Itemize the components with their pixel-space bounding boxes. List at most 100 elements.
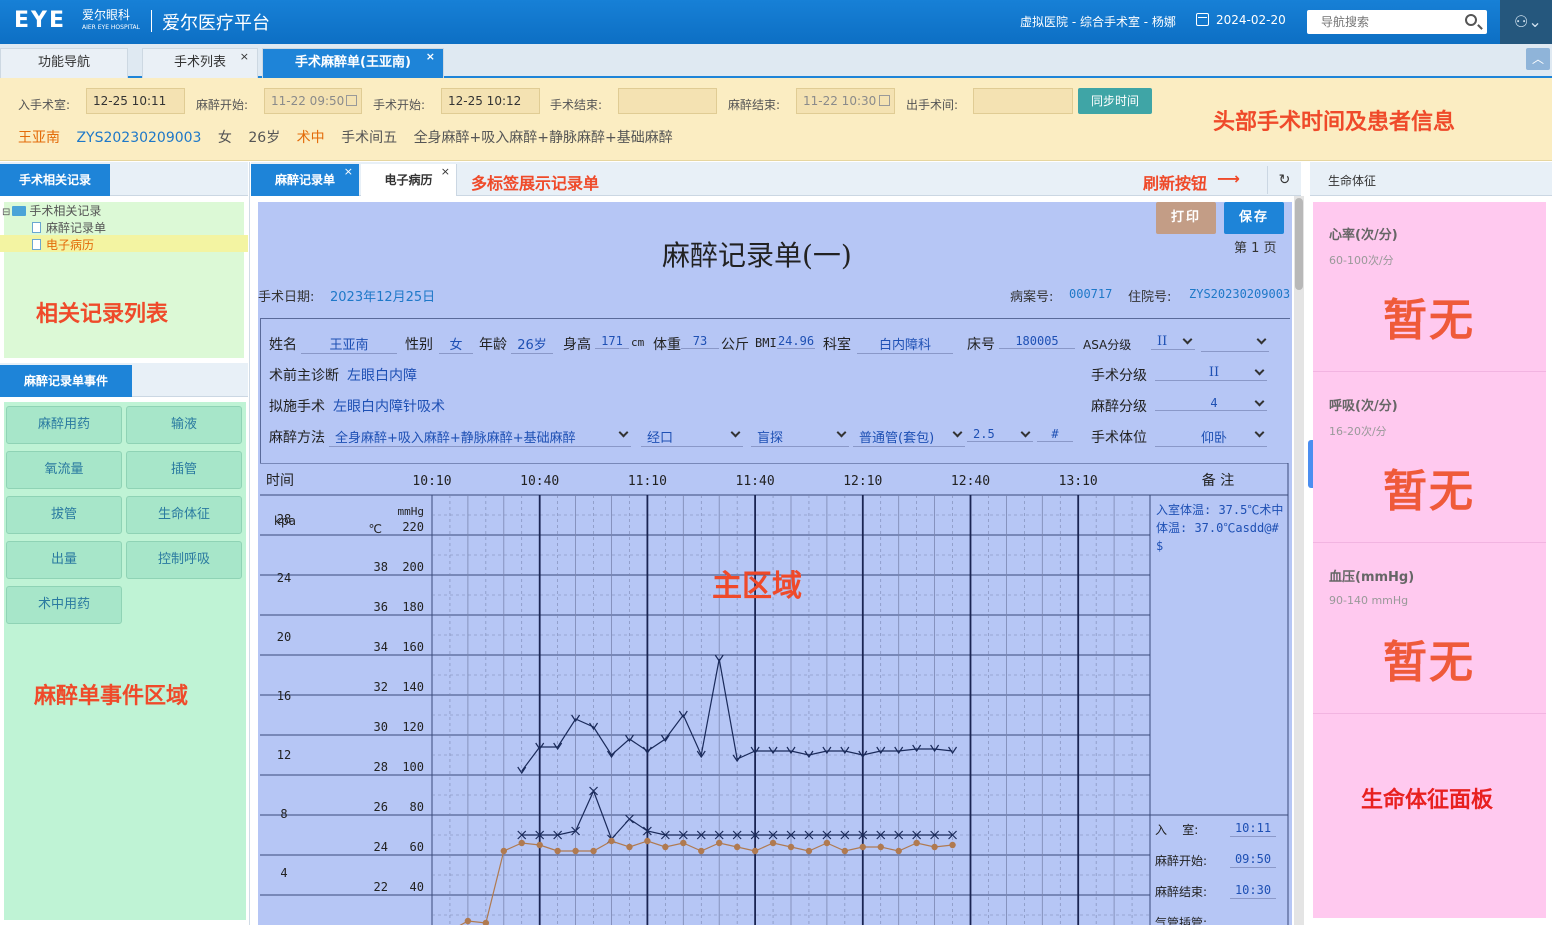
chevron-up-icon: ︿ [1531, 52, 1544, 66]
event-time[interactable]: 10:30 [1230, 883, 1276, 899]
event-extubation-button[interactable]: 拔管 [6, 496, 122, 534]
event-intraop-drug-button[interactable]: 术中用药 [6, 586, 122, 624]
tree-item-anesthesia-record[interactable]: 麻醉记录单 [32, 219, 106, 236]
intubation-select[interactable]: 盲探 [751, 427, 849, 447]
anes-start-time[interactable]: 11-22 09:50 [264, 88, 362, 114]
series-point-2 [662, 843, 669, 851]
asa-sub-select[interactable] [1201, 334, 1269, 352]
tree-item-emr[interactable]: 电子病历 [32, 236, 94, 253]
bmi-field[interactable]: 24.96 [777, 334, 815, 349]
event-label: 麻醉结束: [1155, 885, 1208, 899]
event-infusion-button[interactable]: 输液 [126, 406, 242, 444]
event-area: 麻醉用药 输液 氧流量 插管 拔管 生命体征 出量 控制呼吸 术中用药 麻醉单事… [4, 402, 246, 920]
tube-size-select[interactable]: 2.5 [967, 427, 1033, 442]
hospital-info: 虚拟医院 - 综合手术室 - 杨娜 [1020, 15, 1176, 29]
tab-anesthesia-record[interactable]: 手术麻醉单(王亚南) × [262, 48, 444, 78]
anes-start-label: 麻醉开始: [196, 98, 249, 112]
close-icon[interactable]: × [441, 156, 450, 188]
op-date: 2023年12月25日 [330, 290, 436, 305]
route-select[interactable]: 经口 [641, 427, 743, 447]
tab-anesthesia-sheet[interactable]: 麻醉记录单 × [251, 164, 359, 196]
logo: EYE [14, 8, 66, 33]
sync-time-button[interactable]: 同步时间 [1078, 88, 1152, 114]
arrow-right-icon: ⟶ [1217, 169, 1240, 188]
op-start-time[interactable]: 12-25 10:12 [441, 88, 540, 114]
anes-end-time[interactable]: 11-22 10:30 [796, 88, 895, 114]
tube-select[interactable]: 普通管(套包) [853, 427, 965, 447]
nav-search [1307, 10, 1487, 34]
series-point-2 [590, 847, 597, 855]
calendar-icon [346, 95, 357, 106]
user-menu[interactable]: ⚇⌄ [1500, 0, 1552, 44]
surgery-grade-select[interactable]: II [1155, 365, 1267, 381]
vitals-panel: 心率(次/分) 60-100次/分 暂无 呼吸(次/分) 16-20次/分 暂无… [1313, 202, 1546, 918]
tab-nav[interactable]: 功能导航 [0, 48, 128, 78]
height-field[interactable]: 171 [595, 334, 629, 349]
mmhg-tick: 120 [402, 720, 424, 734]
calendar-icon [1196, 13, 1209, 26]
anes-end-label: 麻醉结束: [728, 98, 781, 112]
record-tab-bar: 麻醉记录单 × 电子病历 × 多标签展示记录单 刷新按钮 ⟶ ↻ [251, 162, 1301, 196]
close-icon[interactable]: × [426, 43, 435, 71]
search-button[interactable] [1457, 10, 1487, 34]
event-anesthesia-drug-button[interactable]: 麻醉用药 [6, 406, 122, 444]
vitals-chart[interactable]: 时间 10:10 10:40 11:10 11:40 12:10 12:40 13:10 备 注… [260, 463, 1290, 925]
series-point-2 [913, 839, 920, 847]
series-point-2 [572, 847, 579, 855]
collapse-header-button[interactable]: ︿ [1526, 48, 1550, 70]
planned-surgery-field[interactable]: 左眼白内障针吸术 [333, 396, 445, 416]
nav-search-input[interactable] [1307, 10, 1457, 34]
position-label: 手术体位 [1091, 430, 1147, 446]
vitals-panel-head: 生命体征 [1310, 162, 1552, 196]
anes-grade-select[interactable]: 4 [1155, 396, 1267, 411]
tab-anesthesia-events[interactable]: 麻醉记录单事件 [0, 365, 132, 397]
time-tick: 10:10 [412, 474, 451, 489]
refresh-button[interactable]: ↻ [1267, 166, 1301, 194]
event-time[interactable]: 09:50 [1230, 852, 1276, 868]
logo-en: AIER EYE HOSPITAL [82, 24, 140, 31]
tree-root[interactable]: ⊟ 手术相关记录 [2, 202, 101, 219]
event-oxygen-button[interactable]: 氧流量 [6, 451, 122, 489]
tree-item-emr-row[interactable]: 电子病历 [0, 235, 248, 252]
event-time[interactable]: 10:11 [1230, 821, 1276, 837]
time-tick: 11:10 [628, 474, 667, 489]
series-point-2 [464, 917, 472, 925]
age-label: 年龄 [479, 337, 507, 353]
tab-emr[interactable]: 电子病历 × [361, 164, 457, 196]
bed-label: 床号 [967, 337, 995, 353]
position-select[interactable]: 仰卧 [1155, 427, 1267, 447]
event-vitals-button[interactable]: 生命体征 [126, 496, 242, 534]
chevron-down-icon [836, 427, 847, 438]
tab-related-records[interactable]: 手术相关记录 [0, 164, 110, 196]
op-end-time[interactable] [618, 88, 717, 114]
scroll-thumb[interactable] [1295, 198, 1303, 290]
in-room-time[interactable]: 12-25 10:11 [86, 88, 185, 114]
temp-tick: 28 [374, 760, 388, 774]
left-panel: 手术相关记录 ⊟ 手术相关记录 麻醉记录单 电子病历 相关记录列表 麻醉记录单事件… [0, 162, 250, 925]
diagnosis-field[interactable]: 左眼白内障 [347, 365, 417, 385]
event-output-button[interactable]: 出量 [6, 541, 122, 579]
event-intubation-button[interactable]: 插管 [126, 451, 242, 489]
close-icon[interactable]: × [344, 156, 353, 188]
sex-field[interactable]: 女 [439, 334, 473, 354]
save-button[interactable]: 保存 [1224, 202, 1284, 234]
dept-field[interactable]: 白内障科 [857, 334, 953, 354]
surgery-room: 手术间五 [341, 130, 398, 146]
tab-surgery-list[interactable]: 手术列表 × [142, 48, 258, 78]
event-time[interactable] [1230, 914, 1276, 925]
out-label: 出手术间: [906, 98, 959, 112]
sheet-scrollbar[interactable] [1294, 196, 1304, 925]
tabs-annotation: 多标签展示记录单 [471, 174, 600, 193]
age-field[interactable]: 26岁 [511, 334, 553, 354]
name-field[interactable]: 王亚南 [301, 334, 397, 354]
event-ventilation-button[interactable]: 控制呼吸 [126, 541, 242, 579]
close-icon[interactable]: × [240, 43, 249, 71]
tube-depth-field[interactable]: # [1037, 427, 1073, 442]
asa-select[interactable]: II [1151, 334, 1195, 350]
weight-field[interactable]: 73 [681, 334, 719, 349]
print-button[interactable]: 打印 [1156, 202, 1216, 234]
out-time[interactable] [973, 88, 1073, 114]
method-select[interactable]: 全身麻醉+吸入麻醉+静脉麻醉+基础麻醉 [329, 427, 631, 447]
vital-range: 90-140 mmHg [1329, 594, 1409, 607]
bed-field[interactable]: 180005 [999, 334, 1075, 349]
